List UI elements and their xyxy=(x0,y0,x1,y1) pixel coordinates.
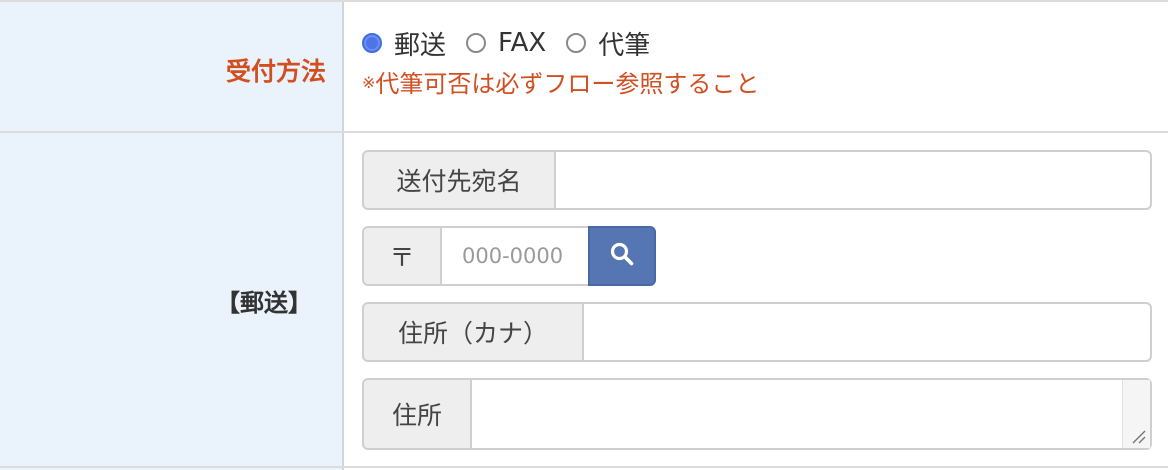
address-addon: 住所 xyxy=(362,378,470,450)
zip-group: 〒 xyxy=(362,226,656,286)
radio-post-label[interactable]: 郵送 xyxy=(394,25,446,62)
recipient-input[interactable] xyxy=(554,150,1152,210)
form-table: 受付方法 郵送 FAX 代筆 ※代筆可否は必ずフロー参照すること 【郵送】 送付… xyxy=(0,0,1168,470)
radio-fax[interactable] xyxy=(466,33,487,53)
search-icon xyxy=(609,241,635,271)
label-cell-mail: 【郵送】 xyxy=(0,133,344,470)
address-group: 住所 xyxy=(362,378,1152,450)
recipient-addon: 送付先宛名 xyxy=(362,150,554,210)
label-mail: 【郵送】 xyxy=(216,289,312,317)
zip-input[interactable] xyxy=(440,226,588,286)
radio-proxy-label[interactable]: 代筆 xyxy=(598,25,650,62)
radio-proxy[interactable] xyxy=(566,33,587,53)
note-mark: ※ xyxy=(362,73,376,92)
label-method: 受付方法 xyxy=(225,57,326,86)
radio-fax-label[interactable]: FAX xyxy=(498,28,546,58)
address-kana-input[interactable] xyxy=(582,302,1152,362)
zip-addon: 〒 xyxy=(362,226,440,286)
label-cell-method: 受付方法 xyxy=(0,2,344,132)
address-kana-group: 住所（カナ） xyxy=(362,302,1152,362)
address-kana-addon: 住所（カナ） xyxy=(362,302,582,362)
row-divider-bottom xyxy=(0,466,1168,468)
note-text: 代筆可否は必ずフロー参照すること xyxy=(375,70,760,98)
recipient-group: 送付先宛名 xyxy=(362,150,1152,210)
radio-post[interactable] xyxy=(362,33,382,53)
proxy-note: ※代筆可否は必ずフロー参照すること xyxy=(362,64,759,99)
resize-handle-icon[interactable] xyxy=(1130,428,1146,444)
zip-search-button[interactable] xyxy=(588,226,656,286)
address-textarea[interactable] xyxy=(470,378,1152,450)
method-radio-group: 郵送 FAX 代筆 xyxy=(362,25,670,62)
